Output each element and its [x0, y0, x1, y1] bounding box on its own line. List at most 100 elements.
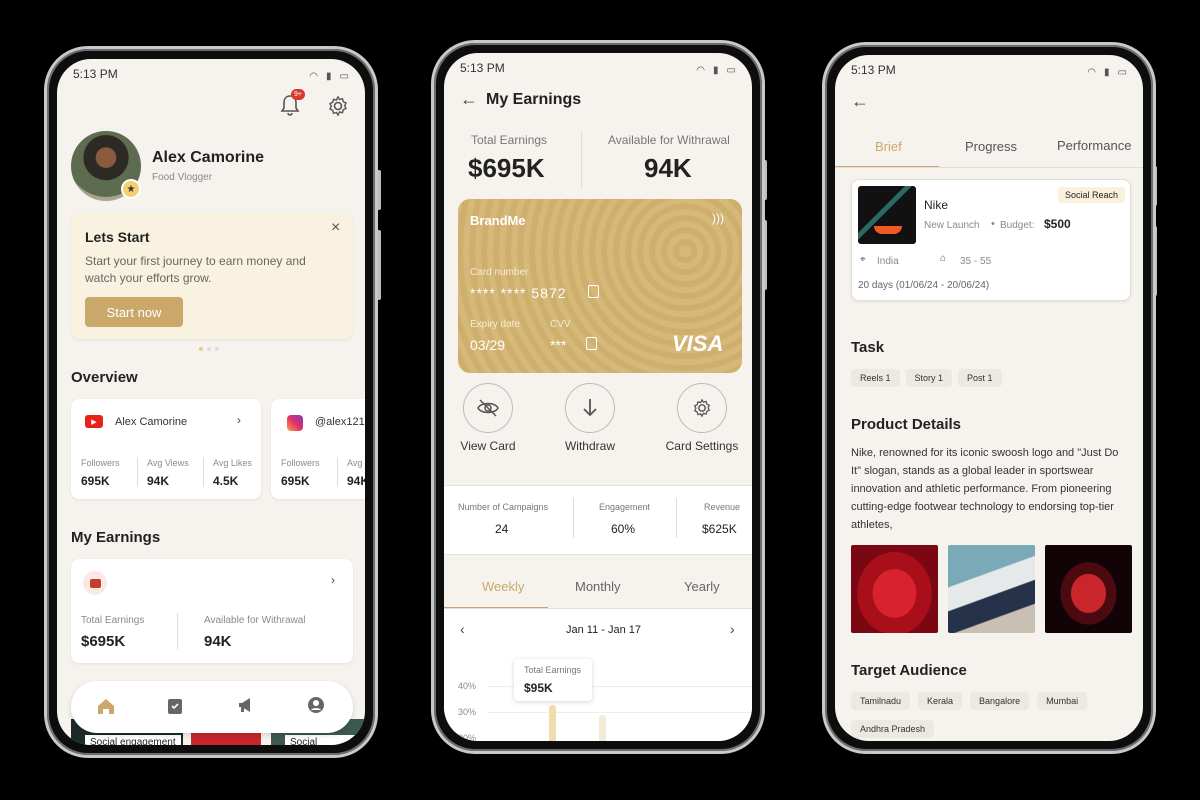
task-chip: Post 1 [958, 369, 1002, 387]
dot-separator: • [991, 218, 995, 230]
wallet-icon [83, 571, 107, 595]
withdraw-action[interactable]: Withdraw [560, 383, 620, 453]
instagram-card[interactable]: @alex121 Followers 695K Avg V 94K [271, 399, 365, 499]
megaphone-icon[interactable] [237, 697, 255, 713]
action-label: Card Settings [665, 439, 739, 453]
card-settings-action[interactable]: Card Settings [660, 383, 744, 453]
total-earnings-label: Total Earnings [81, 615, 145, 626]
showcase-stage: 5:13 PM ◠ ▮ ▭ 9+ ★ Alex Camorine Food Vlog… [0, 0, 1200, 800]
status-time: 5:13 PM [73, 67, 118, 81]
tag-label: Social engagem [285, 735, 365, 745]
stat-label: Followers [281, 458, 320, 468]
payment-card[interactable]: BrandMe ))) Card number **** **** 5872 E… [458, 199, 742, 373]
tab-progress[interactable]: Progress [965, 139, 1017, 154]
lets-start-card: Lets Start × Start your first journey to… [71, 213, 353, 339]
tag-label: Social engagement [85, 735, 181, 745]
chevron-right-icon: › [331, 573, 335, 587]
campaign-card[interactable]: Social Reach Nike New Launch • Budget: $… [851, 179, 1131, 301]
youtube-card[interactable]: ▶ Alex Camorine › Followers 695K Avg Vie… [71, 399, 261, 499]
stat-value: 4.5K [213, 474, 239, 488]
brand-name: Nike [924, 198, 949, 212]
stat-label: Avg V [347, 458, 365, 468]
stats-strip: Number of Campaigns 24 Engagement 60% Re… [444, 485, 752, 555]
status-bar: 5:13 PM ◠ ▮ ▭ [444, 53, 752, 79]
clipboard-icon[interactable] [167, 696, 183, 714]
star-badge: ★ [121, 179, 141, 199]
page-title: My Earnings [486, 91, 582, 108]
task-chips: Reels 1 Story 1 Post 1 [851, 369, 1002, 387]
earnings-screen: 5:13 PM ◠ ▮ ▭ ← My Earnings Total Earnings… [444, 53, 752, 741]
tooltip-label: Total Earnings [524, 665, 582, 675]
wifi-icon: ◠ [696, 64, 706, 76]
stat-label: Avg Likes [213, 458, 252, 468]
chevron-right-icon[interactable]: › [730, 621, 735, 637]
start-now-button[interactable]: Start now [85, 297, 183, 327]
back-arrow-icon[interactable]: ← [460, 89, 478, 110]
signal-icon: ▮ [713, 64, 719, 76]
available-label: Available for Withrawal [204, 615, 306, 626]
home-icon[interactable] [97, 698, 115, 714]
profile-role: Food Vlogger [152, 172, 213, 183]
lets-start-body: Start your first journey to earn money a… [85, 254, 306, 285]
chart-panel: ‹ Jan 11 - Jan 17 › 40% 30% 20% Total Ea… [444, 609, 752, 741]
settings-button[interactable] [327, 95, 349, 117]
total-earnings-value: $695K [468, 153, 545, 183]
stat-label: Number of Campaigns [458, 502, 549, 512]
cvv-label: CVV [550, 319, 571, 330]
earnings-card[interactable]: › Total Earnings $695K Available for Wit… [71, 559, 353, 663]
product-image-1 [851, 545, 938, 633]
card-number-label: Card number [470, 267, 529, 278]
view-card-action[interactable]: View Card [458, 383, 518, 453]
stat-label: Followers [81, 458, 120, 468]
cake-icon: ⌂ [940, 253, 947, 264]
copy-icon[interactable] [588, 285, 599, 298]
profile-name: Alex Camorine [152, 149, 265, 166]
audience-chips: Tamilnadu Kerala Bangalore Mumbai Andhra… [851, 692, 1131, 738]
status-time: 5:13 PM [460, 61, 505, 75]
y-tick: 30% [458, 707, 477, 717]
back-arrow-icon[interactable]: ← [851, 91, 869, 112]
audience-chip: Andhra Pradesh [851, 720, 935, 738]
profile-icon[interactable] [307, 696, 325, 714]
campaign-age: 35 - 55 [960, 256, 992, 267]
chart-bar [599, 715, 606, 741]
visa-logo: VISA [672, 331, 724, 356]
campaign-duration: 20 days (01/06/24 - 20/06/24) [858, 280, 990, 291]
campaign-badge: Social Reach [1058, 187, 1126, 203]
battery-icon: ▭ [339, 70, 349, 82]
wifi-icon: ◠ [309, 70, 319, 82]
notification-button[interactable]: 9+ [279, 89, 305, 119]
battery-icon: ▭ [726, 64, 736, 76]
instagram-icon [287, 415, 303, 431]
tab-weekly[interactable]: Weekly [482, 579, 524, 594]
overview-title: Overview [71, 369, 138, 386]
phone-2: 5:13 PM ◠ ▮ ▭ ← My Earnings Total Earnings… [431, 40, 765, 754]
action-label: View Card [460, 439, 516, 453]
available-value: 94K [644, 153, 692, 183]
wifi-icon: ◠ [1087, 66, 1097, 78]
close-icon[interactable]: × [331, 219, 340, 237]
available-value: 94K [204, 633, 232, 650]
tab-yearly[interactable]: Yearly [684, 579, 720, 594]
chevron-left-icon[interactable]: ‹ [460, 621, 465, 637]
home-screen: 5:13 PM ◠ ▮ ▭ 9+ ★ Alex Camorine Food Vlog… [57, 59, 365, 745]
tooltip-value: $95K [524, 681, 553, 695]
task-chip: Reels 1 [851, 369, 900, 387]
eye-off-icon [463, 383, 513, 433]
task-chip: Story 1 [905, 369, 953, 387]
tab-brief[interactable]: Brief [875, 139, 902, 154]
y-tick: 20% [458, 733, 477, 741]
stat-value: 60% [611, 522, 636, 536]
tab-performance[interactable]: Performance [1057, 138, 1131, 153]
copy-icon[interactable] [586, 337, 597, 350]
tab-monthly[interactable]: Monthly [575, 579, 621, 594]
instagram-handle: @alex121 [315, 416, 365, 428]
carousel-dots [199, 347, 219, 351]
tabs-divider [835, 167, 1143, 168]
status-time: 5:13 PM [851, 63, 896, 77]
task-title: Task [851, 339, 885, 356]
stat-label: Avg Views [147, 458, 189, 468]
lets-start-title: Lets Start [85, 229, 150, 245]
campaign-type: New Launch [924, 220, 980, 231]
cvv-value: *** [550, 337, 567, 353]
